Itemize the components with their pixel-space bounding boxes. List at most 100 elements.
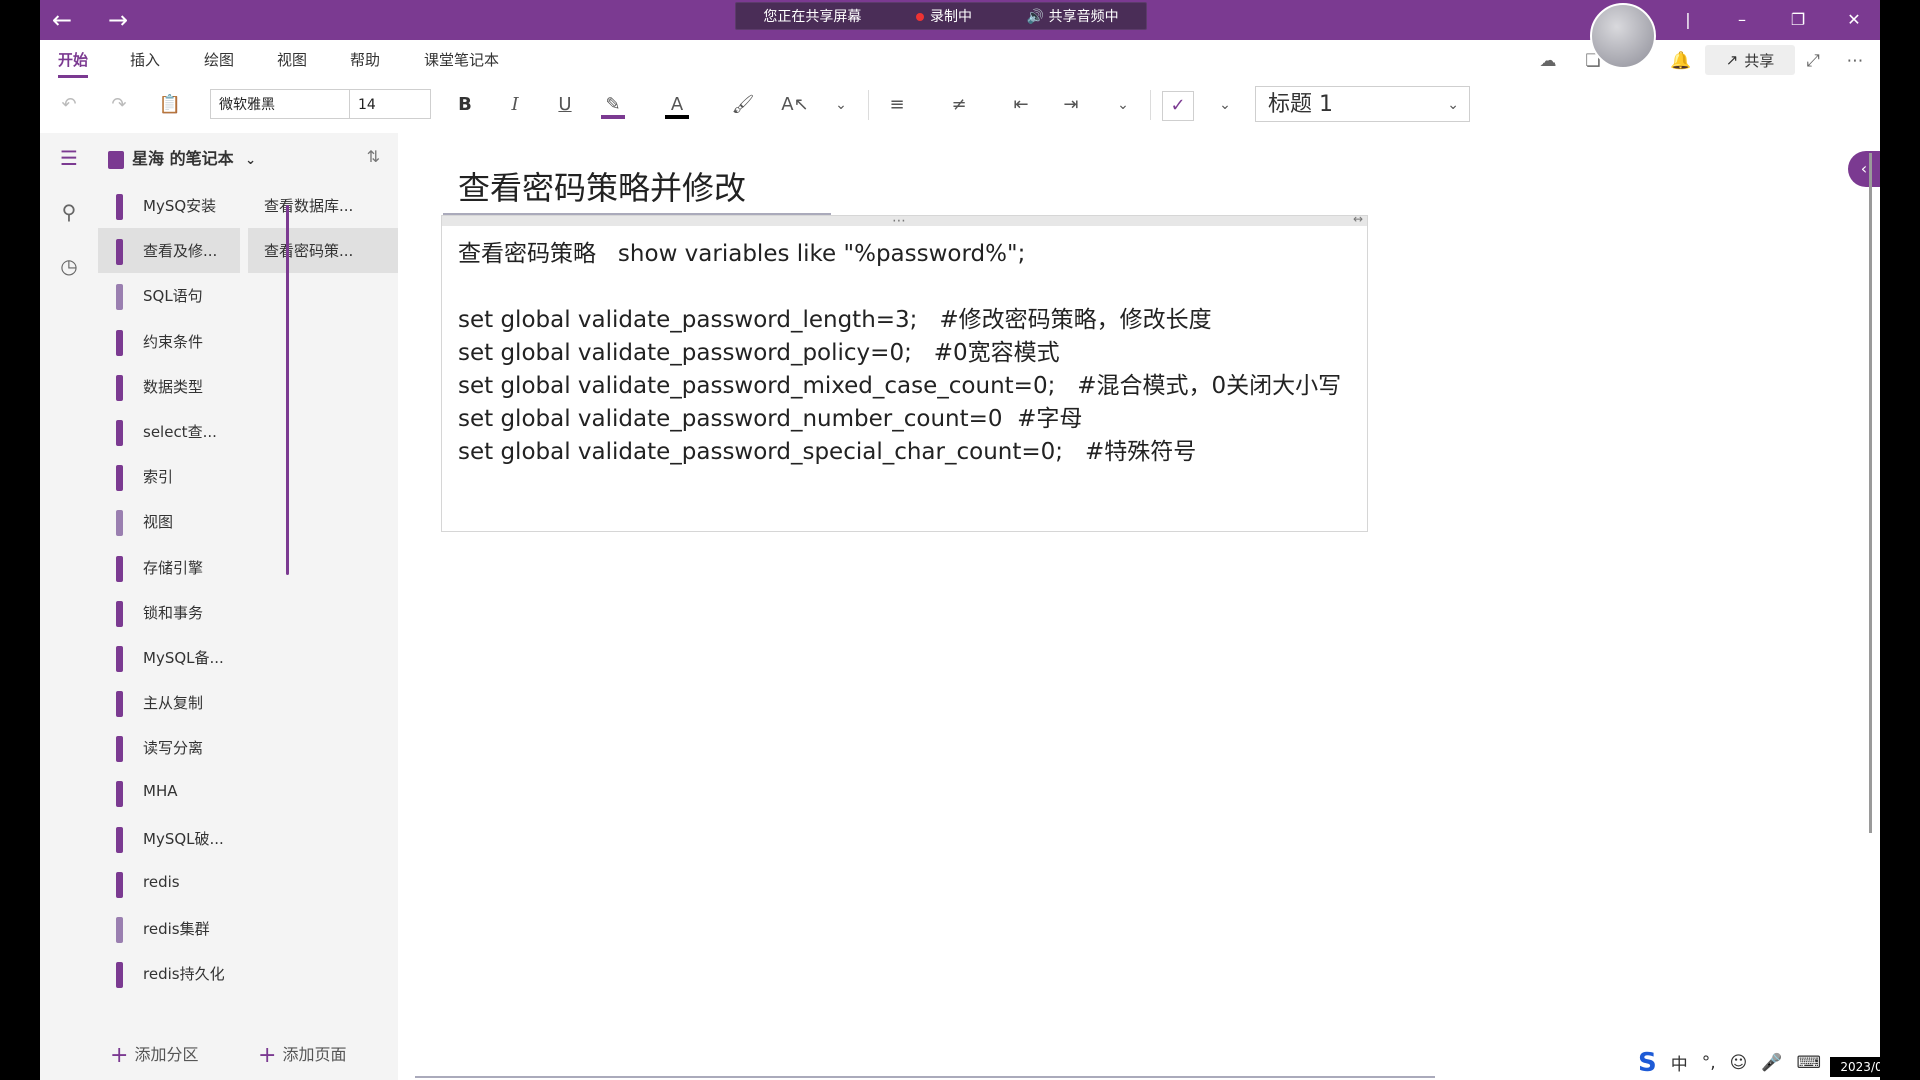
notebooks-icon[interactable]: ☰ [54,143,84,173]
format-painter-icon[interactable]: 🖌 [728,91,758,119]
font-size-input[interactable]: 14 [349,89,431,119]
tab-draw[interactable]: 绘图 [204,49,234,70]
recent-clock-icon[interactable]: ◷ [54,251,84,281]
section-item[interactable]: 索引 [98,454,240,499]
chevron-down-icon[interactable]: ⌄ [1108,91,1138,119]
restore-icon[interactable]: ❐ [1786,8,1810,32]
section-label: 读写分离 [143,739,204,758]
collapse-panel-button[interactable]: ‹ [1848,151,1880,187]
keyboard-icon[interactable]: ⌨ [1797,1053,1822,1073]
share-icon: ↗ [1725,51,1739,69]
punctuation-icon[interactable]: °, [1702,1053,1716,1073]
note-line[interactable]: set global validate_password_number_coun… [458,399,1082,433]
bullet-list-icon[interactable]: ≡ [882,91,912,119]
note-line[interactable]: set global validate_password_mixed_case_… [458,366,1341,400]
search-icon[interactable]: ⚲ [54,197,84,227]
sync-icon[interactable]: ☁ [1535,50,1561,72]
page-list: 查看数据库... 查看密码策... [248,183,398,993]
section-item[interactable]: SQL语句 [98,273,240,318]
page-item[interactable]: 查看密码策... [248,228,398,274]
clipboard-icon[interactable]: 📋 [155,91,185,119]
chevron-down-icon[interactable]: ⌄ [826,91,856,119]
section-label: MySQL破... [143,829,224,848]
outdent-icon[interactable]: ⇤ [1006,91,1036,119]
section-item[interactable]: 主从复制 [98,680,240,725]
tab-class-notebook[interactable]: 课堂笔记本 [424,49,499,70]
undo-icon[interactable]: ↶ [54,91,84,119]
section-item[interactable]: 约束条件 [98,319,240,364]
italic-icon[interactable]: I [500,91,530,119]
todo-checkbox-icon[interactable]: ✓ [1162,91,1194,121]
section-label: 数据类型 [143,377,204,396]
redo-icon[interactable]: ↷ [104,91,134,119]
font-name-input[interactable]: 微软雅黑 [210,89,350,119]
section-item[interactable]: redis [98,861,240,906]
page-title[interactable]: 查看密码策略并修改 [458,163,746,209]
share-button[interactable]: ↗ 共享 [1705,45,1795,75]
section-item[interactable]: 存储引擎 [98,545,240,590]
back-arrow-icon[interactable]: ← [48,6,76,34]
nav-rail: ☰ ⚲ ◷ [40,133,99,1080]
section-color-tab-icon [116,691,123,718]
section-item[interactable]: 锁和事务 [98,590,240,635]
underline-icon[interactable]: U [550,91,580,119]
section-item[interactable]: 数据类型 [98,364,240,409]
add-section-button[interactable]: + 添加分区 [110,1041,198,1068]
user-avatar[interactable] [1590,3,1656,69]
section-color-tab-icon [116,871,123,898]
section-item[interactable]: MHA [98,770,240,815]
section-item[interactable]: MySQL破... [98,816,240,861]
section-color-tab-icon [116,284,123,311]
add-page-button[interactable]: + 添加页面 [258,1041,346,1068]
bell-icon[interactable]: 🔔 [1668,50,1694,72]
fullscreen-icon[interactable]: ⤢ [1800,50,1826,72]
note-line[interactable]: set global validate_password_length=3; #… [458,300,1212,334]
note-container[interactable]: ⋯ ↔ 查看密码策略 show variables like "%passwor… [441,212,1368,532]
sogou-ime-icon[interactable]: S [1638,1048,1657,1078]
page-scrollbar[interactable] [1869,153,1872,833]
section-item[interactable]: redis集群 [98,906,240,951]
numbered-list-icon[interactable]: ≠ [944,91,974,119]
panel-scrollbar[interactable] [286,205,289,575]
resize-arrows-icon[interactable]: ↔ [1353,212,1363,226]
section-item[interactable]: 查看及修... [98,228,240,274]
section-item[interactable]: MySQ安装 [98,183,240,228]
tab-home[interactable]: 开始 [58,49,89,78]
text-style-icon[interactable]: A↖ [780,91,810,119]
font-color-icon[interactable]: A [662,91,692,119]
chevron-down-icon[interactable]: ⌄ [1210,91,1240,119]
notebook-selector[interactable]: 星海 的笔记本 ⌄ [108,145,388,171]
section-label: 查看及修... [143,242,218,261]
page-item[interactable]: 查看数据库... [248,183,398,228]
style-select[interactable]: 标题 1 ⌄ [1255,86,1470,122]
chevron-down-icon: ⌄ [1447,97,1459,113]
more-icon[interactable]: ⋯ [1842,50,1868,72]
note-line[interactable]: 查看密码策略 show variables like "%password%"; [458,234,1025,268]
section-item[interactable]: 读写分离 [98,725,240,770]
tab-view[interactable]: 视图 [277,49,307,70]
section-item[interactable]: 视图 [98,499,240,544]
section-color-tab-icon [116,600,123,627]
tab-help[interactable]: 帮助 [350,49,380,70]
note-line[interactable]: set global validate_password_special_cha… [458,432,1196,466]
ime-language[interactable]: 中 [1671,1050,1688,1075]
note-line[interactable]: set global validate_password_policy=0; #… [458,333,1060,367]
separator [868,90,869,120]
sort-icon[interactable]: ⇅ [367,147,380,166]
forward-arrow-icon[interactable]: → [104,6,132,34]
format-toolbar: ↶ ↷ 📋 微软雅黑 14 B I U ✎ A 🖌 A↖ ⌄ ≡ ≠ ⇤ ⇥ ⌄… [40,78,1880,134]
section-item[interactable]: redis持久化 [98,951,240,993]
microphone-icon[interactable]: 🎤 [1761,1053,1782,1073]
highlight-icon[interactable]: ✎ [598,91,628,119]
page-canvas[interactable]: 查看密码策略并修改 ⋯ ↔ 查看密码策略 show variables like… [398,133,1880,1080]
tab-insert[interactable]: 插入 [130,49,160,70]
notebook-name: 星海 的笔记本 [132,149,234,168]
minimize-icon[interactable]: – [1730,8,1754,32]
bold-icon[interactable]: B [450,91,480,119]
close-icon[interactable]: ✕ [1842,8,1866,32]
section-item[interactable]: select查... [98,409,240,454]
emoji-icon[interactable]: ☺ [1730,1053,1748,1073]
section-list: MySQ安装查看及修... SQL语句 约束条件数据类型 select查... 索引 视图… [98,183,240,993]
indent-icon[interactable]: ⇥ [1056,91,1086,119]
section-item[interactable]: MySQL备... [98,635,240,680]
